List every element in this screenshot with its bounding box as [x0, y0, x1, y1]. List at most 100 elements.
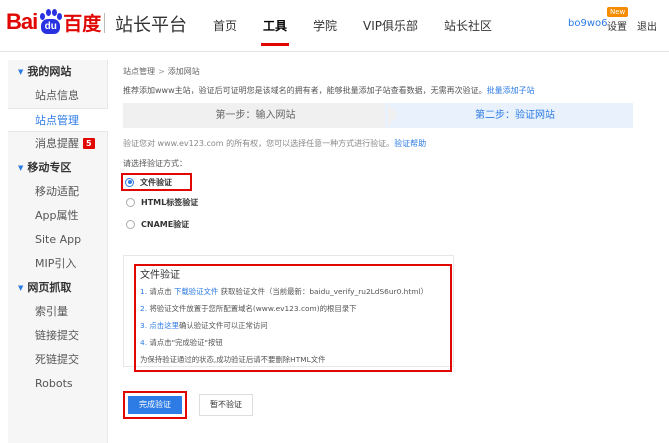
logo-text-baidu: 百度: [63, 12, 102, 35]
sidebar-item-label: Site App: [35, 233, 82, 246]
sidebar-group[interactable]: ▼ 我的网站: [8, 60, 107, 84]
sidebar-item[interactable]: 站点信息: [8, 84, 107, 108]
logout-link[interactable]: 退出: [637, 18, 657, 33]
step-2-verify-site: 第二步：验证网站: [385, 103, 633, 128]
logo-divider: [104, 13, 105, 33]
radio-html-label: HTML标签验证: [141, 197, 199, 207]
paw-icon: du: [38, 9, 63, 35]
sidebar-item[interactable]: 链接提交: [8, 324, 107, 348]
verify-method-group: 文件验证 HTML标签验证 CNAME验证: [121, 173, 661, 235]
main-nav: 首页 工具 学院 VIP俱乐部 站长社区: [200, 0, 505, 52]
radio-unchecked-icon[interactable]: [126, 197, 135, 207]
sidebar-item[interactable]: App属性: [8, 204, 107, 228]
step-1-text-pre: 请点击: [149, 287, 174, 296]
sidebar-group-label: 网页抓取: [27, 281, 72, 294]
sidebar-item-label: 索引量: [35, 305, 68, 318]
logo-paw-text: du: [41, 19, 61, 34]
sidebar-item[interactable]: MIP引入: [8, 252, 107, 276]
instruction-step-2: 2. 将验证文件放置于您所配置域名(www.ev123.com)的根目录下: [138, 300, 448, 317]
sidebar-item-label: MIP引入: [35, 257, 77, 270]
step-number: 1.: [140, 287, 150, 296]
baidu-logo[interactable]: Bai du 百度: [6, 7, 101, 37]
finish-button-highlight: 完成验证: [123, 391, 187, 419]
file-verify-instructions: 文件验证 1. 请点击 下载验证文件 获取验证文件（当前最新：baidu_ver…: [134, 264, 452, 372]
breadcrumb-separator: >: [158, 67, 165, 76]
user-name-link[interactable]: bo9wo6: [568, 18, 608, 29]
radio-file-verify[interactable]: 文件验证: [121, 173, 192, 191]
sidebar-group-label: 我的网站: [27, 65, 72, 78]
sidebar-item[interactable]: Site App: [8, 228, 107, 252]
action-buttons: 完成验证 暂不验证: [123, 391, 253, 419]
sidebar-item[interactable]: 死链提交: [8, 348, 107, 372]
sidebar-item-label: App属性: [35, 209, 79, 222]
sidebar-item[interactable]: Robots: [8, 372, 107, 396]
breadcrumb-site-manage[interactable]: 站点管理: [123, 67, 155, 76]
sidebar-item-label: 移动适配: [35, 185, 79, 198]
intro-message: 推荐添加www主站，验证后可证明您是该域名的拥有者，能够批量添加子站查看数据，无…: [123, 86, 487, 95]
radio-html-tag-verify[interactable]: HTML标签验证: [123, 191, 661, 213]
sidebar-item-label: 站点信息: [35, 89, 79, 102]
radio-cname-label: CNAME验证: [141, 219, 190, 229]
sidebar-item[interactable]: 移动适配: [8, 180, 107, 204]
step-arrow: [388, 103, 398, 127]
message-count-badge: 5: [83, 138, 95, 149]
verify-ownership-note: 验证您对 www.ev123.com 的所有权，您可以选择任意一种方式进行验证。…: [123, 138, 661, 150]
nav-item[interactable]: VIP俱乐部: [350, 0, 431, 52]
instruction-step-3: 3. 点击这里确认验证文件可以正常访问: [138, 317, 448, 334]
nav-item[interactable]: 工具: [250, 0, 300, 52]
breadcrumb: 站点管理 > 添加网站: [123, 65, 661, 79]
intro-text: 推荐添加www主站，验证后可证明您是该域名的拥有者，能够批量添加子站查看数据，无…: [123, 85, 661, 97]
main-content: 站点管理 > 添加网站 推荐添加www主站，验证后可证明您是该域名的拥有者，能够批量…: [121, 60, 661, 419]
step-number: 2.: [140, 304, 150, 313]
triangle-down-icon: ▼: [18, 284, 24, 292]
step-1-input-site: 第一步：输入网站: [123, 103, 388, 128]
batch-add-subsite-link[interactable]: 批量添加子站: [487, 86, 535, 95]
step-number: 4.: [140, 338, 150, 347]
skip-verify-button[interactable]: 暂不验证: [199, 394, 253, 416]
click-here-link[interactable]: 点击这里: [149, 321, 179, 330]
sidebar-item[interactable]: 消息提醒 5: [8, 132, 107, 156]
nav-item[interactable]: 首页: [200, 0, 250, 52]
step-2-text: 将验证文件放置于您所配置域名(www.ev123.com)的根目录下: [149, 304, 357, 313]
step-1-text-post: 获取验证文件（当前最新：baidu_verify_ru2LdS6ur0.html…: [218, 287, 428, 296]
nav-item[interactable]: 学院: [300, 0, 350, 52]
sidebar: ▼ 我的网站 站点信息 站点管理 消息提醒 5 ▼ 移动专区 移动适配 App属性 Site App…: [8, 60, 108, 443]
radio-file-label: 文件验证: [140, 177, 172, 187]
step-4-text: 请点击"完成验证"按钮: [149, 338, 223, 347]
instruction-step-4: 4. 请点击"完成验证"按钮: [138, 334, 448, 351]
sidebar-item[interactable]: 索引量: [8, 300, 107, 324]
file-verify-panel: 文件验证 1. 请点击 下载验证文件 获取验证文件（当前最新：baidu_ver…: [123, 255, 454, 372]
keep-file-note: 为保持验证通过的状态,成功验证后请不要删除HTML文件: [140, 355, 326, 364]
verify-note-text: 验证您对 www.ev123.com 的所有权，您可以选择任意一种方式进行验证。: [123, 139, 395, 148]
radio-checked-icon[interactable]: [125, 177, 134, 187]
sidebar-item-label: 链接提交: [35, 329, 79, 342]
radio-unchecked-icon[interactable]: [126, 219, 135, 229]
breadcrumb-add-site: 添加网站: [167, 67, 200, 76]
nav-item[interactable]: 站长社区: [431, 0, 505, 52]
file-verify-title: 文件验证: [140, 270, 180, 281]
sidebar-item[interactable]: 站点管理: [8, 108, 108, 132]
triangle-down-icon: ▼: [18, 68, 24, 76]
finish-verify-button[interactable]: 完成验证: [128, 396, 182, 414]
top-header: Bai du 百度 站长平台 首页 工具 学院 VIP俱乐部 站长社区 New bo9w…: [0, 0, 669, 52]
radio-cname-verify[interactable]: CNAME验证: [123, 213, 661, 235]
step-number: 3.: [140, 321, 150, 330]
instruction-step-1: 1. 请点击 下载验证文件 获取验证文件（当前最新：baidu_verify_r…: [138, 283, 448, 300]
sidebar-group[interactable]: ▼ 网页抓取: [8, 276, 107, 300]
settings-link[interactable]: 设置: [607, 18, 627, 33]
step-progress-bar: 第一步：输入网站 第二步：验证网站: [123, 103, 633, 128]
logo-text-bai: Bai: [6, 9, 38, 34]
sidebar-item-label: 站点管理: [35, 114, 79, 127]
sidebar-group[interactable]: ▼ 移动专区: [8, 156, 107, 180]
sidebar-item-label: 死链提交: [35, 353, 79, 366]
download-verify-file-link[interactable]: 下载验证文件: [174, 287, 218, 296]
site-title: 站长平台: [115, 15, 187, 36]
method-label: 请选择验证方式：: [123, 159, 187, 168]
step-3-text: 确认验证文件可以正常访问: [178, 321, 268, 330]
sidebar-group-label: 移动专区: [27, 161, 72, 174]
verify-help-link[interactable]: 验证帮助: [394, 139, 426, 148]
sidebar-item-label: 消息提醒: [35, 137, 79, 150]
triangle-down-icon: ▼: [18, 164, 24, 172]
sidebar-item-label: Robots: [35, 377, 73, 390]
new-badge: New: [607, 7, 629, 17]
